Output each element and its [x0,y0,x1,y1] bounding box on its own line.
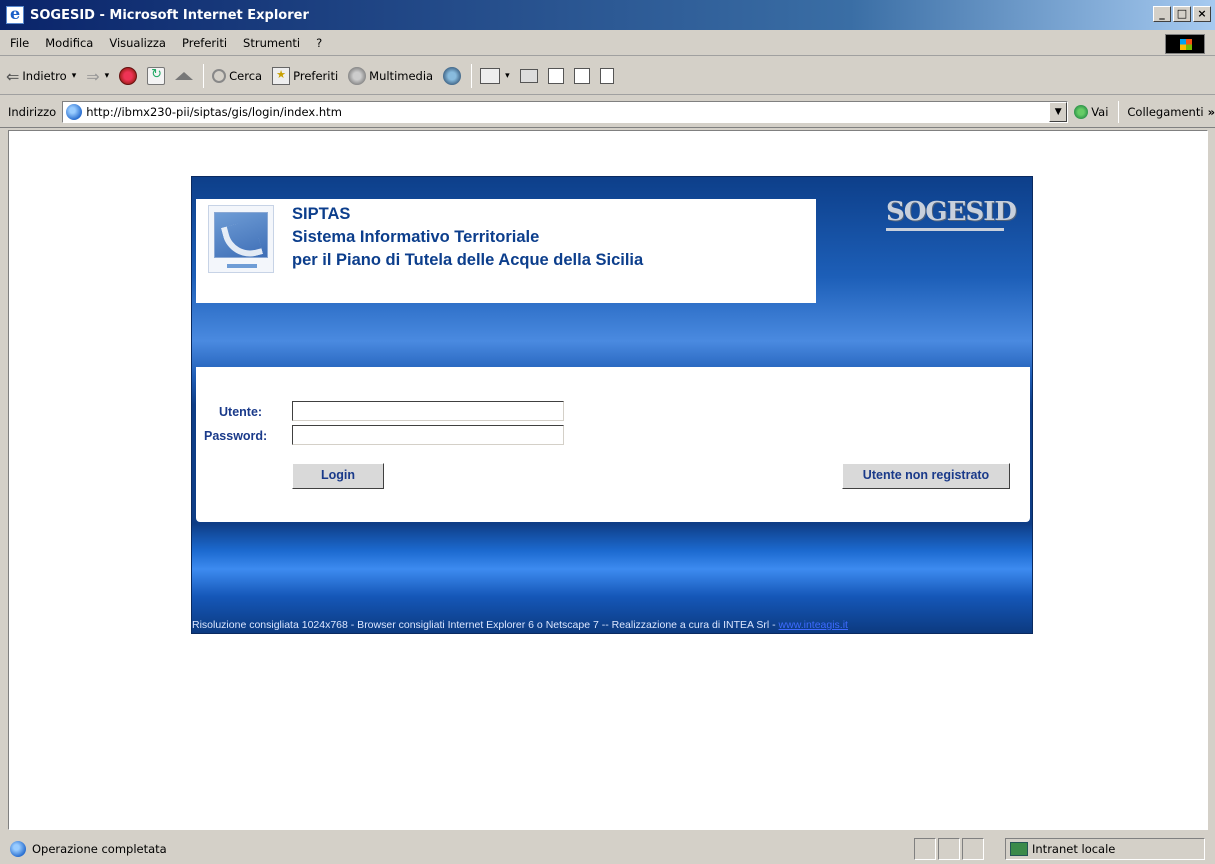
back-arrow-icon: ⇐ [6,66,20,86]
user-input[interactable] [292,401,564,421]
app-title: SIPTAS [292,205,351,223]
sogesid-logo: SOGESID [886,197,1017,239]
media-button[interactable]: Multimedia [348,66,434,85]
refresh-icon [147,66,166,85]
menu-strumenti[interactable]: Strumenti [235,36,308,50]
toolbar-separator [203,63,205,88]
user-label: Utente: [219,405,263,419]
links-separator [1118,100,1120,123]
app-subtitle: Sistema Informativo Territoriale [292,228,540,246]
sogesid-underline [886,228,1004,231]
favorites-button[interactable]: Preferiti [272,66,339,85]
logo-base [227,264,257,268]
forward-button[interactable]: ⇒ ▾ [86,66,110,86]
discuss-icon [573,67,590,84]
messenger-icon [599,67,614,84]
address-input[interactable]: http://ibmx230-pii/siptas/gis/login/inde… [62,100,1069,123]
chevron-down-icon[interactable]: ▾ [105,71,110,81]
page-icon [66,103,83,120]
menu-bar: File Modifica Visualizza Preferiti Strum… [0,30,1215,56]
go-label: Vai [1091,104,1109,119]
home-icon [175,71,194,80]
security-zone: Intranet locale [1005,838,1205,860]
messenger-button[interactable] [599,67,614,84]
zone-label: Intranet locale [1032,842,1116,856]
chevron-down-icon[interactable]: ▾ [505,71,510,81]
header-box: SIPTAS Sistema Informativo Territoriale … [196,199,816,303]
chevron-down-icon[interactable]: ▼ [1049,101,1068,122]
toolbar-separator [471,63,473,88]
status-cell [938,838,960,860]
window-controls: _ □ × [1153,6,1211,22]
search-button[interactable]: Cerca [212,68,263,83]
password-input[interactable] [292,425,564,445]
favorites-label: Preferiti [293,68,339,83]
stop-icon [119,66,138,85]
close-button[interactable]: × [1193,6,1211,22]
address-label: Indirizzo [8,104,57,119]
menu-file[interactable]: File [0,36,37,50]
river-icon [220,219,264,263]
logo-screen [214,212,268,263]
search-label: Cerca [229,68,263,83]
refresh-button[interactable] [147,66,166,85]
login-form: Utente: Password: Login Utente non regis… [196,367,1030,522]
intranet-icon [1010,842,1028,856]
menu-visualizza[interactable]: Visualizza [101,36,174,50]
app-description: per il Piano di Tutela delle Acque della… [292,251,644,269]
go-button[interactable]: Vai [1074,104,1109,119]
siptas-logo-icon [208,205,274,273]
status-text: Operazione completata [32,842,167,856]
password-label: Password: [204,429,268,443]
edit-icon [547,67,564,84]
login-panel: SIPTAS Sistema Informativo Territoriale … [191,176,1033,634]
toolbar: ⇐ Indietro ▾ ⇒ ▾ Cerca Preferiti Multime… [0,57,1215,95]
inteagis-link[interactable]: www.inteagis.it [779,619,848,631]
edit-button[interactable] [547,67,564,84]
history-icon [443,66,462,85]
discuss-button[interactable] [573,67,590,84]
maximize-button[interactable]: □ [1173,6,1191,22]
address-url: http://ibmx230-pii/siptas/gis/login/inde… [86,104,342,119]
address-bar: Indirizzo http://ibmx230-pii/siptas/gis/… [0,96,1215,128]
print-button[interactable] [519,68,538,83]
title-bar: SOGESID - Microsoft Internet Explorer _ … [0,0,1215,30]
links-button[interactable]: Collegamenti [1127,105,1203,119]
search-icon [212,68,227,83]
footer-note: Risoluzione consigliata 1024x768 - Brows… [192,619,1034,631]
status-bar: Operazione completata Intranet locale [0,834,1215,864]
login-button[interactable]: Login [292,463,384,489]
back-label: Indietro [22,68,67,83]
page-viewport: SIPTAS Sistema Informativo Territoriale … [8,130,1208,830]
ie-icon [6,4,24,24]
chevron-right-icon[interactable]: » [1208,105,1215,119]
minimize-button[interactable]: _ [1153,6,1171,22]
footer-text: Risoluzione consigliata 1024x768 - Brows… [192,619,779,631]
guest-button[interactable]: Utente non registrato [842,463,1010,489]
media-icon [348,66,367,85]
sogesid-wordmark: SOGESID [886,197,1017,227]
menu-modifica[interactable]: Modifica [37,36,101,50]
menu-help[interactable]: ? [308,36,330,50]
history-button[interactable] [443,66,462,85]
window-title: SOGESID - Microsoft Internet Explorer [30,7,309,23]
mail-icon [480,67,501,84]
favorites-icon [272,66,291,85]
windows-logo-icon [1165,34,1205,54]
forward-arrow-icon: ⇒ [86,66,100,86]
stop-button[interactable] [119,66,138,85]
home-button[interactable] [175,71,194,80]
mail-button[interactable]: ▾ [480,67,510,84]
media-label: Multimedia [369,68,434,83]
page-icon [10,841,26,857]
menu-preferiti[interactable]: Preferiti [174,36,235,50]
status-cell [914,838,936,860]
status-cell [962,838,984,860]
back-button[interactable]: ⇐ Indietro ▾ [6,66,77,86]
go-arrow-icon [1074,104,1089,119]
chevron-down-icon[interactable]: ▾ [72,71,77,81]
print-icon [519,68,538,83]
